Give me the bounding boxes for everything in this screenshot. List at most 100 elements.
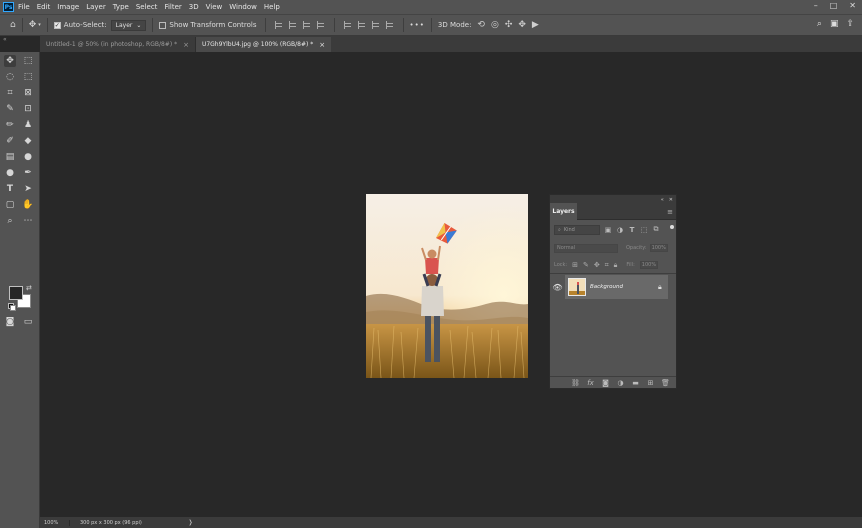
lock-transparent-pixels-icon[interactable]: ⊞ bbox=[572, 261, 578, 269]
history-brush-tool-icon[interactable]: ✐ bbox=[4, 135, 16, 147]
pixel-filter-icon[interactable]: ▣ bbox=[604, 226, 612, 234]
tab-u7gh9ylbu4[interactable]: U7Gh9YlbU4.jpg @ 100% (RGB/8#) * × bbox=[195, 37, 332, 52]
restore-button[interactable]: □ bbox=[830, 1, 838, 10]
share-icon[interactable]: ⇪ bbox=[846, 19, 854, 29]
zoom-tool-icon[interactable]: ⌕ bbox=[4, 215, 16, 227]
artboard-tool-icon[interactable]: ⬚ bbox=[22, 55, 34, 67]
adjustment-layer-icon[interactable]: ◑ bbox=[616, 379, 625, 387]
type-tool-icon[interactable]: T bbox=[4, 183, 16, 195]
add-mask-icon[interactable]: ◙ bbox=[601, 379, 610, 387]
filter-kind-dropdown[interactable]: ⌕ Kind bbox=[554, 224, 600, 235]
lock-icon[interactable]: 🔒︎ bbox=[658, 283, 662, 292]
link-layers-icon[interactable]: ⛓ bbox=[571, 379, 580, 387]
rectangle-tool-icon[interactable]: ▢ bbox=[4, 199, 16, 211]
menu-file[interactable]: File bbox=[18, 3, 30, 11]
path-selection-tool-icon[interactable]: ➤ bbox=[22, 183, 34, 195]
object-selection-tool-icon[interactable]: ⬚ bbox=[22, 71, 34, 83]
menu-edit[interactable]: Edit bbox=[37, 3, 51, 11]
healing-brush-tool-icon[interactable]: ⊡ bbox=[22, 103, 34, 115]
align-top-edges-icon[interactable] bbox=[343, 21, 352, 29]
tab-untitled-1[interactable]: Untitled-1 @ 50% (in photoshop, RGB/8#) … bbox=[40, 37, 196, 52]
minimize-button[interactable]: – bbox=[814, 1, 818, 10]
distribute-vertical-icon[interactable] bbox=[385, 21, 394, 29]
orbit-3d-icon[interactable]: ⟲ bbox=[477, 20, 485, 30]
menu-filter[interactable]: Filter bbox=[164, 3, 181, 11]
more-options-button[interactable]: ••• bbox=[410, 21, 425, 29]
photoshop-logo[interactable]: Ps bbox=[3, 2, 14, 12]
blend-mode-dropdown[interactable]: Normal bbox=[554, 243, 618, 253]
opacity-input[interactable]: 100% bbox=[649, 244, 668, 252]
show-transform-controls-checkbox[interactable]: Show Transform Controls bbox=[159, 21, 257, 29]
menu-type[interactable]: Type bbox=[113, 3, 129, 11]
swap-colors-icon[interactable]: ⇄ bbox=[26, 284, 32, 292]
align-horizontal-centers-icon[interactable] bbox=[288, 21, 297, 29]
default-colors-icon[interactable] bbox=[8, 303, 16, 311]
align-right-edges-icon[interactable] bbox=[302, 21, 311, 29]
menu-window[interactable]: Window bbox=[229, 3, 257, 11]
edit-toolbar-icon[interactable]: ⋯ bbox=[22, 215, 34, 227]
menu-image[interactable]: Image bbox=[57, 3, 79, 11]
menu-layer[interactable]: Layer bbox=[86, 3, 106, 11]
new-group-icon[interactable]: ▬ bbox=[631, 379, 640, 387]
layer-row-background[interactable]: 👁︎ Background 🔒︎ bbox=[550, 275, 676, 299]
close-panel-icon[interactable]: ✕ bbox=[669, 197, 673, 203]
auto-select-target-dropdown[interactable]: Layer ⌄ bbox=[110, 19, 147, 31]
workspace-layout-icon[interactable]: ▣ bbox=[830, 19, 839, 29]
align-vertical-centers-icon[interactable] bbox=[357, 21, 366, 29]
drag-3d-icon[interactable]: ✣ bbox=[505, 20, 513, 30]
move-tool-preset-icon[interactable]: ✥ ▾ bbox=[29, 20, 41, 30]
close-window-button[interactable]: ✕ bbox=[849, 1, 856, 10]
menu-3d[interactable]: 3D bbox=[189, 3, 199, 11]
adjustment-filter-icon[interactable]: ◑ bbox=[616, 226, 624, 234]
align-left-edges-icon[interactable] bbox=[274, 21, 283, 29]
search-icon[interactable]: ⌕ bbox=[817, 19, 822, 29]
filter-toggle-icon[interactable] bbox=[670, 225, 674, 229]
move-tool-icon[interactable]: ✥ bbox=[4, 55, 16, 67]
lasso-tool-icon[interactable]: ◌ bbox=[4, 71, 16, 83]
quick-mask-icon[interactable]: ◙ bbox=[4, 316, 16, 328]
lock-position-icon[interactable]: ✥ bbox=[594, 261, 600, 269]
brush-tool-icon[interactable]: ✏ bbox=[4, 119, 16, 131]
hand-tool-icon[interactable]: ✋ bbox=[22, 199, 34, 211]
align-bottom-edges-icon[interactable] bbox=[371, 21, 380, 29]
lock-all-icon[interactable]: 🔒︎ bbox=[614, 261, 618, 270]
clone-stamp-tool-icon[interactable]: ♟ bbox=[22, 119, 34, 131]
frame-tool-icon[interactable]: ⊠ bbox=[22, 87, 34, 99]
lock-image-pixels-icon[interactable]: ✎ bbox=[583, 261, 589, 269]
collapse-panel-icon[interactable]: « bbox=[661, 197, 664, 203]
zoom-level-field[interactable]: 100% bbox=[40, 519, 70, 526]
menu-view[interactable]: View bbox=[206, 3, 223, 11]
smart-object-filter-icon[interactable]: ⧉ bbox=[652, 225, 660, 234]
gradient-tool-icon[interactable]: ▤ bbox=[4, 151, 16, 163]
foreground-color-swatch[interactable] bbox=[9, 286, 23, 300]
slide-3d-icon[interactable]: ✥ bbox=[518, 20, 526, 30]
crop-tool-icon[interactable]: ⌗ bbox=[4, 87, 16, 99]
scale-3d-icon[interactable]: ▶ bbox=[532, 20, 539, 30]
new-layer-icon[interactable]: ⊞ bbox=[646, 379, 655, 387]
menu-help[interactable]: Help bbox=[264, 3, 280, 11]
close-icon[interactable]: × bbox=[183, 41, 189, 49]
home-icon[interactable]: ⌂ bbox=[10, 20, 16, 30]
canvas-workspace[interactable] bbox=[40, 52, 862, 517]
collapse-toolbar-icon[interactable]: « bbox=[3, 36, 7, 43]
layer-style-icon[interactable]: fx bbox=[586, 379, 595, 387]
document-canvas-image[interactable] bbox=[366, 194, 528, 378]
layer-item[interactable]: Background 🔒︎ bbox=[565, 275, 668, 299]
eraser-tool-icon[interactable]: ◆ bbox=[22, 135, 34, 147]
lock-artboard-icon[interactable]: ⌗ bbox=[605, 261, 609, 270]
auto-select-checkbox[interactable]: ✓ Auto-Select: bbox=[53, 21, 107, 29]
tab-layers[interactable]: Layers bbox=[550, 203, 577, 220]
eye-icon[interactable]: 👁︎ bbox=[550, 275, 565, 299]
blur-tool-icon[interactable]: ● bbox=[22, 151, 34, 163]
distribute-horizontal-icon[interactable] bbox=[316, 21, 325, 29]
type-filter-icon[interactable]: T bbox=[628, 226, 636, 234]
fill-input[interactable]: 100% bbox=[639, 261, 658, 269]
screen-mode-icon[interactable]: ▭ bbox=[22, 316, 34, 328]
menu-select[interactable]: Select bbox=[136, 3, 158, 11]
delete-layer-icon[interactable]: 🗑︎ bbox=[661, 379, 670, 387]
eyedropper-tool-icon[interactable]: ✎ bbox=[4, 103, 16, 115]
chevron-right-icon[interactable]: ❭ bbox=[188, 519, 193, 526]
shape-filter-icon[interactable]: ⬚ bbox=[640, 226, 648, 234]
roll-3d-icon[interactable]: ◎ bbox=[491, 20, 499, 30]
dodge-tool-icon[interactable]: ● bbox=[4, 167, 16, 179]
